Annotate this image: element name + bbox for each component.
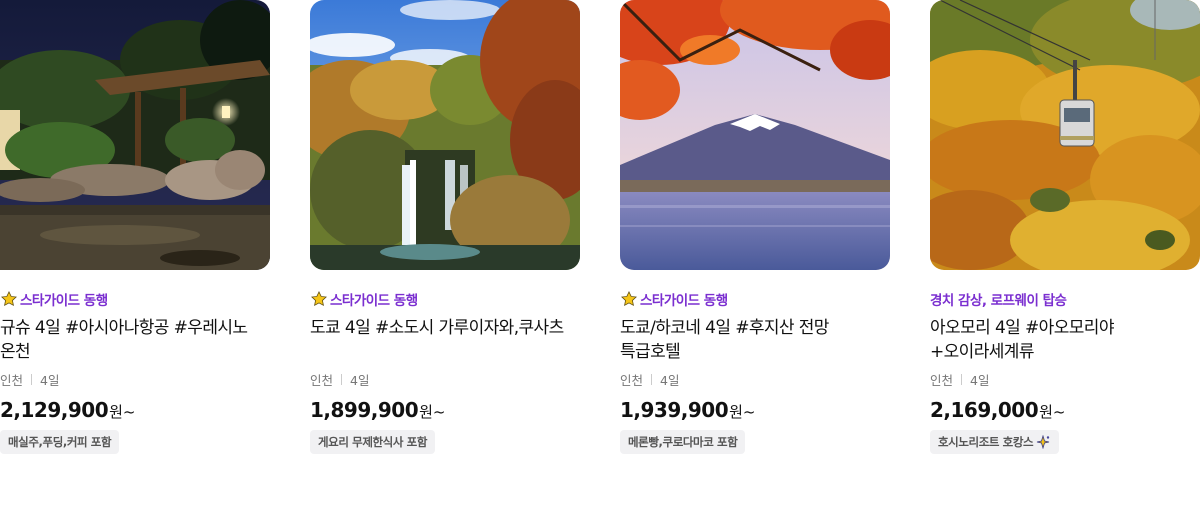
price: 2,129,900 원~: [0, 398, 270, 424]
ropeway-image: [930, 0, 1200, 270]
product-title[interactable]: 도쿄/하코네 4일 #후지산 전망 특급호텔: [620, 316, 890, 364]
fuji-image: [620, 0, 890, 270]
price-suffix: 원~: [419, 403, 446, 421]
product-card[interactable]: 스타가이드 동행 도쿄 4일 #소도시 가루이자와,쿠사츠 인천 4일 1,89…: [310, 0, 580, 454]
star-icon: [0, 290, 18, 308]
product-card[interactable]: 스타가이드 동행 규슈 4일 #아시아나항공 #우레시노 온천 인천 4일 2,…: [0, 0, 270, 454]
product-title[interactable]: 아오모리 4일 #아오모리야+오이라세계류: [930, 316, 1200, 364]
product-title[interactable]: 도쿄 4일 #소도시 가루이자와,쿠사츠: [310, 316, 580, 364]
origin-label: 인천: [620, 372, 644, 388]
origin-label: 인천: [930, 372, 954, 388]
product-card[interactable]: 경치 감상, 로프웨이 탑승 아오모리 4일 #아오모리야+오이라세계류 인천 …: [930, 0, 1200, 454]
product-card[interactable]: 스타가이드 동행 도쿄/하코네 4일 #후지산 전망 특급호텔 인천 4일 1,…: [620, 0, 890, 454]
product-meta: 인천 4일: [930, 370, 1200, 388]
product-card-list: 스타가이드 동행 규슈 4일 #아시아나항공 #우레시노 온천 인천 4일 2,…: [0, 0, 1200, 516]
product-image[interactable]: [620, 0, 890, 270]
tag-label: 게요리 무제한식사 포함: [318, 435, 428, 449]
meta-divider: [961, 373, 963, 385]
price-suffix: 원~: [109, 403, 136, 421]
benefit-tag: 게요리 무제한식사 포함: [310, 430, 436, 454]
badge-label: 경치 감상, 로프웨이 탑승: [930, 293, 1067, 309]
meta-divider: [651, 373, 653, 385]
tag-label: 메론빵,쿠로다마코 포함: [628, 435, 738, 449]
tag-label: 매실주,푸딩,커피 포함: [8, 435, 112, 449]
badge-label: 스타가이드 동행: [640, 293, 728, 309]
product-image[interactable]: [310, 0, 580, 270]
product-meta: 인천 4일: [620, 370, 890, 388]
meta-divider: [31, 373, 33, 385]
price: 1,939,900 원~: [620, 398, 890, 424]
price-value: 1,899,900: [310, 398, 419, 422]
star-icon: [620, 290, 638, 308]
guide-badge: 스타가이드 동행: [0, 289, 270, 309]
tag-label: 호시노리조트 호캉스: [938, 435, 1034, 449]
duration-label: 4일: [40, 372, 60, 388]
sparkle-icon: [1035, 434, 1051, 450]
onsen-image: [0, 0, 270, 270]
scenic-badge: 경치 감상, 로프웨이 탑승: [930, 289, 1200, 309]
price-suffix: 원~: [729, 403, 756, 421]
origin-label: 인천: [0, 372, 24, 388]
price-suffix: 원~: [1039, 403, 1066, 421]
badge-label: 스타가이드 동행: [330, 293, 418, 309]
product-meta: 인천 4일: [0, 370, 270, 388]
product-meta: 인천 4일: [310, 370, 580, 388]
price-value: 2,129,900: [0, 398, 109, 422]
guide-badge: 스타가이드 동행: [620, 289, 890, 309]
price-value: 2,169,000: [930, 398, 1039, 422]
price: 1,899,900 원~: [310, 398, 580, 424]
duration-label: 4일: [350, 372, 370, 388]
benefit-tag: 매실주,푸딩,커피 포함: [0, 430, 120, 454]
meta-divider: [341, 373, 343, 385]
guide-badge: 스타가이드 동행: [310, 289, 580, 309]
benefit-tag: 메론빵,쿠로다마코 포함: [620, 430, 746, 454]
benefit-tag: 호시노리조트 호캉스: [930, 430, 1060, 454]
origin-label: 인천: [310, 372, 334, 388]
price: 2,169,000 원~: [930, 398, 1200, 424]
price-value: 1,939,900: [620, 398, 729, 422]
badge-label: 스타가이드 동행: [20, 293, 108, 309]
product-image[interactable]: [930, 0, 1200, 270]
star-icon: [310, 290, 328, 308]
product-image[interactable]: [0, 0, 270, 270]
duration-label: 4일: [660, 372, 680, 388]
duration-label: 4일: [970, 372, 990, 388]
product-title[interactable]: 규슈 4일 #아시아나항공 #우레시노 온천: [0, 316, 270, 364]
waterfall-image: [310, 0, 580, 270]
